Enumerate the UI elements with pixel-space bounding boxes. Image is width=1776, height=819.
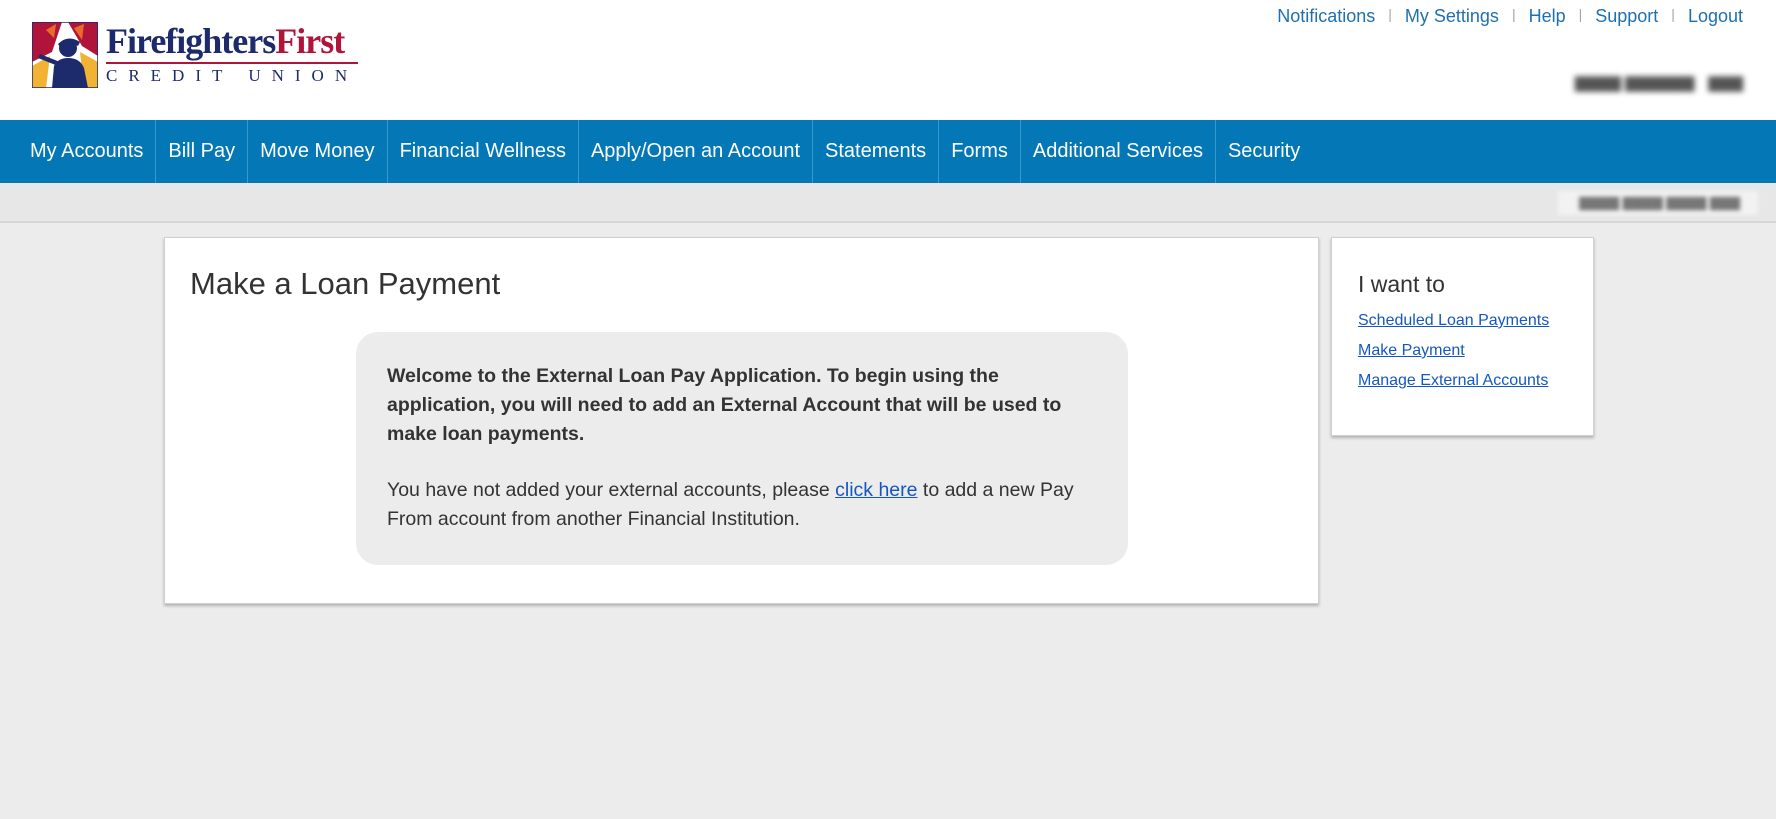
welcome-text: Welcome to the External Loan Pay Applica…	[387, 365, 1062, 445]
make-payment-link[interactable]: Make Payment	[1358, 342, 1593, 360]
scheduled-loan-payments-link[interactable]: Scheduled Loan Payments	[1358, 312, 1593, 330]
loan-payment-panel: Make a Loan Payment Welcome to the Exter…	[164, 237, 1319, 604]
nav-forms[interactable]: Forms	[939, 120, 1021, 183]
redacted-text: ▇▇▇	[1708, 75, 1743, 92]
my-settings-link[interactable]: My Settings	[1405, 6, 1499, 27]
brand-subtitle: CREDIT UNION	[106, 66, 359, 85]
nav-financial-wellness[interactable]: Financial Wellness	[388, 120, 579, 183]
last-login-redacted: ▇▇▇▇ ▇▇▇▇ ▇▇▇▇ ▇▇▇	[1558, 191, 1758, 215]
nav-apply-open-account[interactable]: Apply/Open an Account	[579, 120, 814, 183]
link-separator: |	[1388, 5, 1392, 22]
brand-wordmark: FirefightersFirst CREDIT UNION	[106, 22, 358, 86]
header: FirefightersFirst CREDIT UNION Notificat…	[0, 0, 1776, 120]
side-title: I want to	[1358, 271, 1445, 297]
add-external-account-link[interactable]: click here	[835, 479, 917, 501]
link-separator: |	[1671, 5, 1675, 22]
nav-security[interactable]: Security	[1216, 120, 1312, 183]
info-prefix: You have not added your external account…	[387, 479, 836, 501]
brand-rule	[106, 62, 358, 64]
logout-link[interactable]: Logout	[1688, 6, 1743, 27]
sub-bar: ▇▇▇▇ ▇▇▇▇ ▇▇▇▇ ▇▇▇	[0, 183, 1776, 223]
nav-move-money[interactable]: Move Money	[248, 120, 388, 183]
manage-external-accounts-link[interactable]: Manage External Accounts	[1358, 372, 1593, 390]
redacted-text: ▇▇▇▇ ▇▇▇▇▇▇	[1574, 75, 1695, 92]
nav-my-accounts[interactable]: My Accounts	[18, 120, 157, 183]
brand-name: FirefightersFirst	[106, 22, 358, 60]
nav-bill-pay[interactable]: Bill Pay	[156, 120, 249, 183]
firefighter-logo-icon	[32, 22, 98, 88]
help-link[interactable]: Help	[1529, 6, 1566, 27]
brand-logo[interactable]: FirefightersFirst CREDIT UNION	[32, 22, 358, 88]
brand-word-firefighters: Firefighters	[106, 21, 276, 61]
welcome-message-box: Welcome to the External Loan Pay Applica…	[356, 332, 1128, 565]
info-text: You have not added your external account…	[387, 476, 1098, 534]
link-separator: |	[1578, 5, 1583, 22]
link-separator: |	[1511, 5, 1516, 22]
page-title: Make a Loan Payment	[190, 266, 501, 301]
support-link[interactable]: Support	[1595, 6, 1658, 27]
utility-links: Notifications | My Settings | Help | Sup…	[1277, 6, 1743, 27]
nav-statements[interactable]: Statements	[813, 120, 940, 183]
nav-additional-services[interactable]: Additional Services	[1021, 120, 1216, 183]
main-nav: My Accounts Bill Pay Move Money Financia…	[0, 120, 1776, 183]
i-want-to-panel: I want to Scheduled Loan Payments Make P…	[1331, 237, 1594, 436]
brand-word-first: First	[275, 21, 345, 61]
notifications-link[interactable]: Notifications	[1277, 6, 1375, 27]
user-info-redacted: ▇▇▇▇ ▇▇▇▇▇▇ ▇▇▇	[1575, 74, 1743, 92]
